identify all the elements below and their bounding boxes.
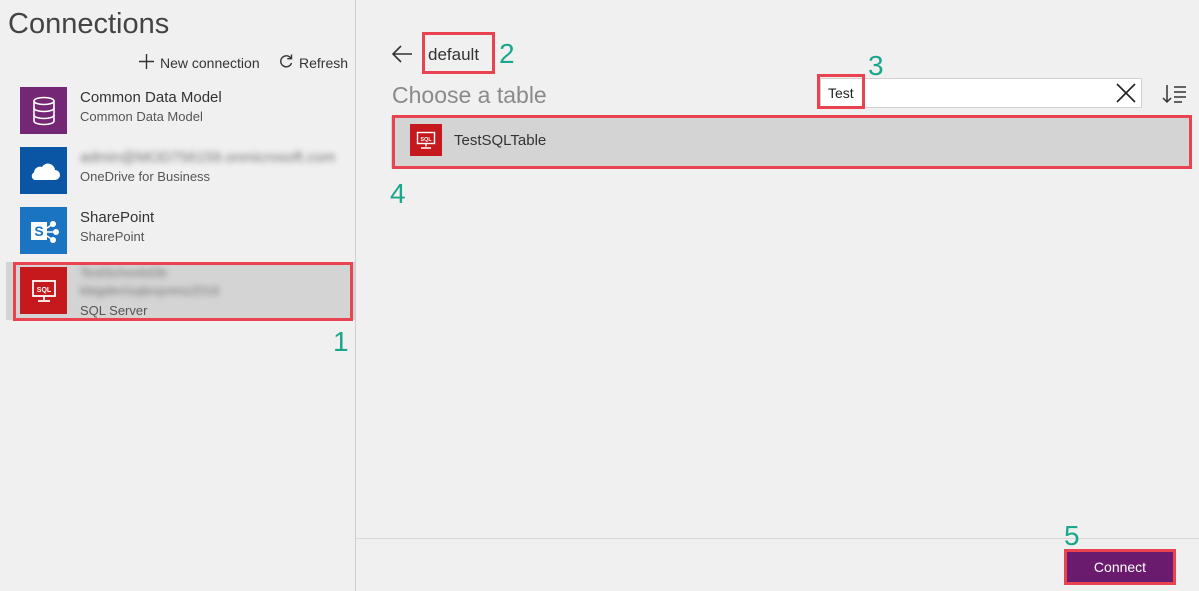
table-search-input[interactable] (820, 78, 1142, 108)
back-arrow-icon[interactable] (390, 43, 414, 72)
refresh-button[interactable]: Refresh (278, 53, 348, 72)
sharepoint-icon: S (20, 207, 67, 254)
callout-number-1: 1 (333, 326, 349, 357)
new-connection-button[interactable]: New connection (138, 53, 260, 73)
page-title: Connections (8, 8, 170, 40)
connection-item-common-data-model[interactable]: Common Data Model Common Data Model (10, 81, 350, 139)
callout-box-3 (817, 74, 865, 109)
plus-icon (138, 53, 155, 73)
choose-table-heading: Choose a table (392, 82, 547, 108)
connection-item-onedrive[interactable]: admin@MOD756159.onmicrosoft.com OneDrive… (10, 141, 350, 199)
connection-type: SharePoint (80, 229, 145, 244)
callout-box-4 (392, 115, 1192, 169)
pane-divider (355, 0, 356, 591)
database-icon (20, 87, 67, 134)
sort-icon[interactable] (1162, 82, 1188, 106)
cloud-icon (20, 147, 67, 194)
connection-type: Common Data Model (80, 109, 203, 124)
callout-number-5: 5 (1064, 520, 1080, 551)
callout-number-4: 4 (390, 178, 406, 209)
callout-number-2: 2 (499, 38, 515, 69)
refresh-label: Refresh (299, 54, 349, 71)
refresh-icon (278, 53, 294, 72)
connection-name: admin@MOD756159.onmicrosoft.com (80, 149, 336, 166)
svg-text:S: S (34, 223, 43, 239)
clear-search-icon[interactable] (1114, 81, 1138, 105)
callout-box-5 (1064, 549, 1176, 585)
connection-name: Common Data Model (80, 89, 222, 106)
callout-box-2 (422, 32, 495, 74)
callout-box-1 (13, 262, 353, 321)
connection-type: OneDrive for Business (80, 169, 211, 184)
callout-number-3: 3 (868, 50, 884, 81)
new-connection-label: New connection (160, 55, 260, 71)
connection-item-sharepoint[interactable]: S SharePoint SharePoint (10, 201, 350, 259)
connection-name: SharePoint (80, 209, 155, 226)
